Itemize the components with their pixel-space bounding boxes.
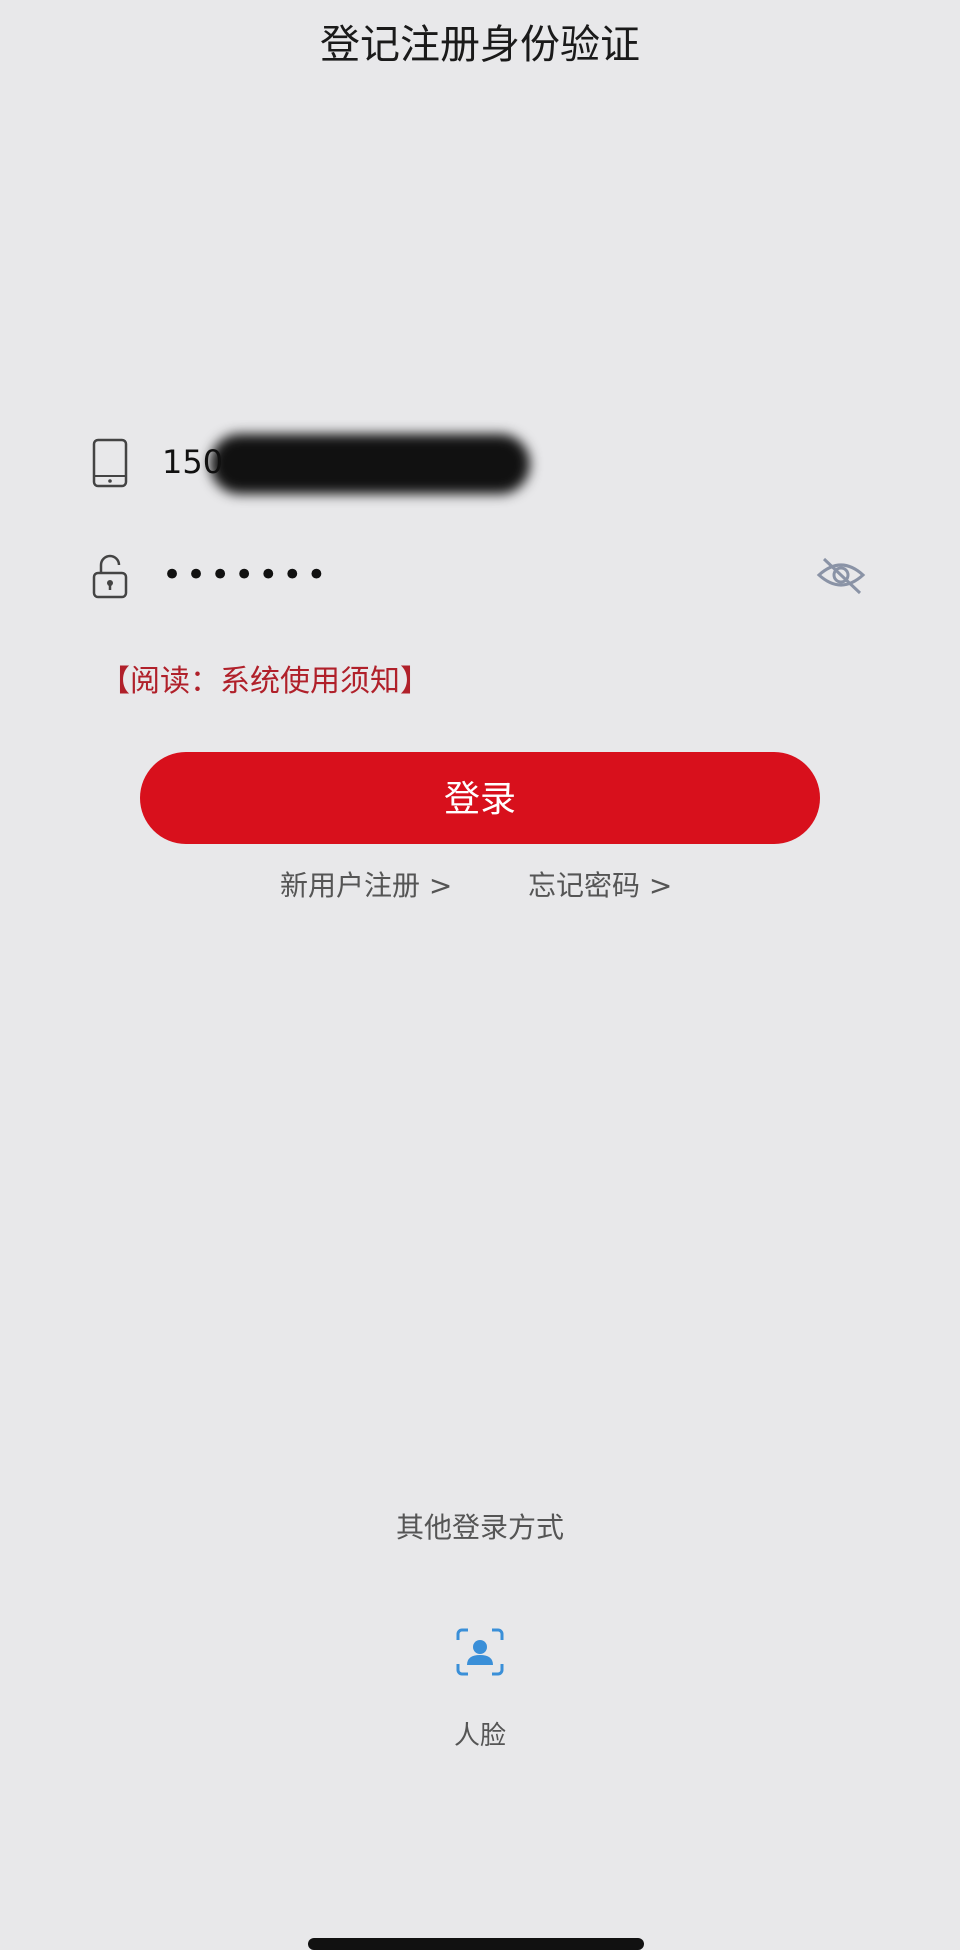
page-title: 登记注册身份验证 [320,22,640,68]
face-recognition-icon[interactable] [456,1628,504,1676]
other-login-heading: 其他登录方式 [395,1511,564,1544]
home-indicator [308,1938,644,1950]
login-button[interactable]: 登录 [140,752,820,844]
password-value: ••••••• [162,555,331,595]
register-link[interactable]: 新用户注册 > [280,866,452,906]
lock-icon [92,554,128,599]
mobile-phone-icon [92,438,128,488]
forgot-password-link[interactable]: 忘记密码 > [528,866,672,906]
password-field[interactable]: ••••••• [92,545,872,605]
redacted-phone-digits [210,434,530,494]
eye-visibility-icon[interactable] [816,553,866,597]
face-login-label[interactable]: 人脸 [0,1718,960,1754]
phone-field[interactable]: 1504 [92,432,872,494]
usage-notice-link[interactable]: 【阅读：系统使用须知】 [100,660,430,704]
